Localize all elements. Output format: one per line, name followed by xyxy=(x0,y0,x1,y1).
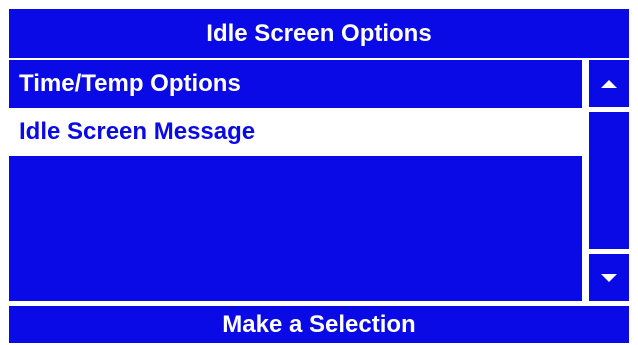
page-title: Idle Screen Options xyxy=(9,9,629,58)
scroll-down-button[interactable] xyxy=(589,254,629,301)
menu-item-idle-screen-message[interactable]: Idle Screen Message xyxy=(9,108,582,156)
options-list: Time/Temp Options Idle Screen Message xyxy=(9,60,582,301)
menu-item-time-temp-options[interactable]: Time/Temp Options xyxy=(9,60,582,108)
arrow-up-icon xyxy=(601,79,617,88)
scrollbar-track[interactable] xyxy=(589,112,629,249)
arrow-down-icon xyxy=(601,273,617,282)
menu-item-label: Idle Screen Message xyxy=(19,118,256,145)
menu-item-label: Time/Temp Options xyxy=(19,70,241,97)
status-prompt: Make a Selection xyxy=(9,306,629,343)
scroll-up-button[interactable] xyxy=(589,60,629,107)
